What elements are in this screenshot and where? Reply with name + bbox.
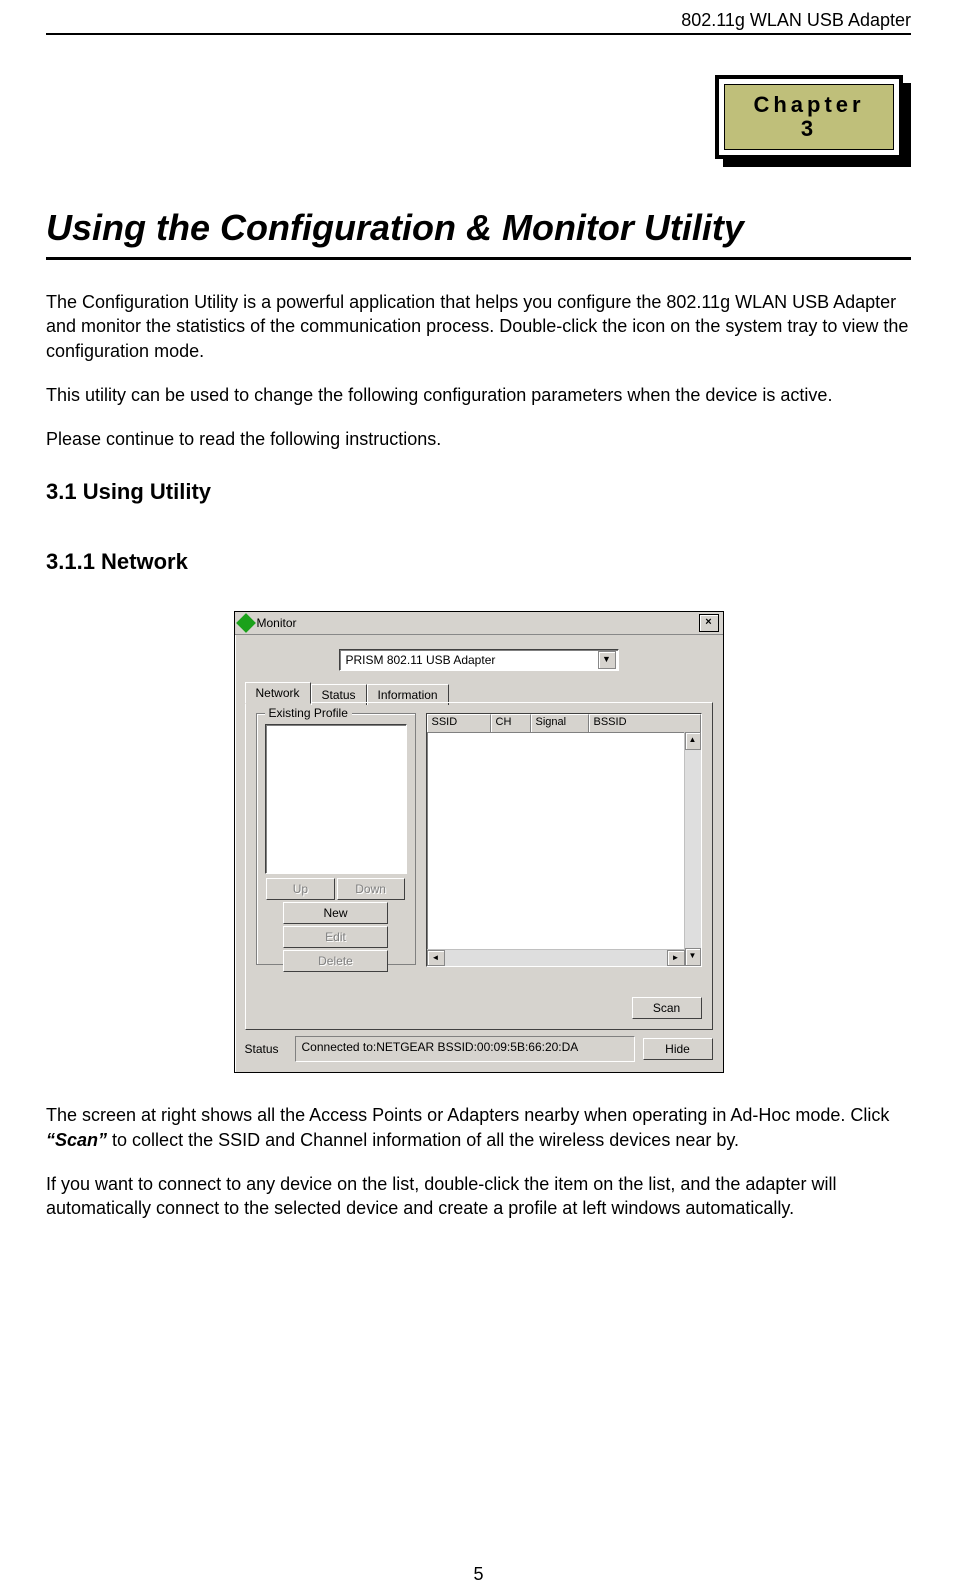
new-button[interactable]: New — [283, 902, 388, 924]
tab-network[interactable]: Network — [245, 682, 311, 704]
title-rule — [46, 257, 911, 260]
chapter-box: Chapter 3 — [715, 75, 911, 167]
adapter-select[interactable]: PRISM 802.11 USB Adapter ▼ — [339, 649, 619, 671]
monitor-window: Monitor × PRISM 802.11 USB Adapter ▼ Net… — [234, 611, 724, 1073]
ap-list[interactable]: SSID CH Signal BSSID ▲ ▼ ◄ ► — [426, 713, 702, 967]
window-title: Monitor — [257, 616, 695, 630]
header-product: 802.11g WLAN USB Adapter — [46, 10, 911, 31]
status-value: Connected to:NETGEAR BSSID:00:09:5B:66:2… — [295, 1036, 635, 1062]
scroll-down-icon[interactable]: ▼ — [685, 948, 701, 966]
profile-list[interactable] — [265, 724, 407, 874]
close-button[interactable]: × — [699, 614, 719, 632]
edit-button[interactable]: Edit — [283, 926, 388, 948]
paragraph-5: If you want to connect to any device on … — [46, 1172, 911, 1221]
chapter-label: Chapter — [753, 93, 864, 117]
scroll-up-icon[interactable]: ▲ — [685, 732, 701, 750]
up-button[interactable]: Up — [266, 878, 334, 900]
section-3-1-1: 3.1.1 Network — [46, 549, 911, 575]
col-ssid[interactable]: SSID — [427, 714, 491, 732]
down-button[interactable]: Down — [337, 878, 405, 900]
dropdown-arrow-icon[interactable]: ▼ — [598, 651, 616, 669]
page-title: Using the Configuration & Monitor Utilit… — [46, 207, 911, 249]
existing-profile-label: Existing Profile — [265, 706, 352, 720]
paragraph-4-scan: “Scan” — [46, 1130, 107, 1150]
tab-strip: Network Status Information — [245, 681, 713, 703]
scan-button[interactable]: Scan — [632, 997, 702, 1019]
hide-button[interactable]: Hide — [643, 1038, 713, 1060]
existing-profile-group: Existing Profile Up Down New Edit — [256, 713, 416, 965]
section-3-1: 3.1 Using Utility — [46, 479, 911, 505]
titlebar: Monitor × — [235, 612, 723, 635]
col-ch[interactable]: CH — [491, 714, 531, 732]
page-number: 5 — [0, 1564, 957, 1585]
scroll-right-icon[interactable]: ► — [667, 950, 685, 966]
paragraph-4: The screen at right shows all the Access… — [46, 1103, 911, 1152]
chapter-number: 3 — [801, 117, 817, 141]
col-signal[interactable]: Signal — [531, 714, 589, 732]
tab-pane-network: Existing Profile Up Down New Edit — [245, 702, 713, 1030]
ap-horizontal-scrollbar[interactable]: ◄ ► — [427, 949, 685, 966]
header-rule — [46, 33, 911, 35]
paragraph-3: Please continue to read the following in… — [46, 427, 911, 451]
ap-vertical-scrollbar[interactable]: ▲ ▼ — [684, 732, 701, 966]
ap-list-header: SSID CH Signal BSSID — [427, 714, 701, 733]
paragraph-1: The Configuration Utility is a powerful … — [46, 290, 911, 363]
paragraph-2: This utility can be used to change the f… — [46, 383, 911, 407]
app-icon — [236, 614, 256, 634]
scroll-left-icon[interactable]: ◄ — [427, 950, 445, 966]
col-bssid[interactable]: BSSID — [589, 714, 701, 732]
status-label: Status — [245, 1042, 287, 1056]
delete-button[interactable]: Delete — [283, 950, 388, 972]
paragraph-4-pre: The screen at right shows all the Access… — [46, 1105, 889, 1125]
paragraph-4-post: to collect the SSID and Channel informat… — [107, 1130, 739, 1150]
adapter-selected-value: PRISM 802.11 USB Adapter — [346, 653, 496, 667]
